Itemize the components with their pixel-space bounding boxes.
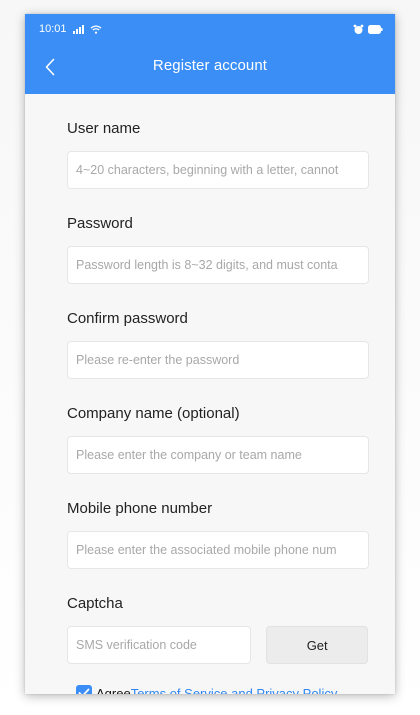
terms-privacy-link[interactable]: Terms of Service and Privacy Policy (131, 686, 338, 695)
battery-icon (368, 24, 383, 34)
confirm-password-input[interactable] (67, 341, 369, 379)
alarm-icon (353, 24, 364, 35)
app-header: 10:01 Register account (25, 14, 395, 94)
signal-icon (72, 24, 84, 34)
status-right (353, 24, 383, 35)
page-title: Register account (152, 56, 268, 74)
title-bar: Register account (25, 44, 395, 94)
checkmark-icon (78, 688, 90, 694)
captcha-label: Captcha (67, 595, 123, 612)
password-input[interactable] (67, 246, 369, 284)
register-form: User name Password Confirm password Comp… (25, 94, 395, 694)
status-bar: 10:01 (25, 14, 395, 44)
status-time: 10:01 (39, 23, 67, 35)
mobile-number-label: Mobile phone number (67, 500, 213, 517)
get-code-button[interactable]: Get (266, 626, 368, 664)
agreement-row: Agree Terms of Service and Privacy Polic… (67, 685, 368, 694)
stage: 10:01 Register account User name 4~20 ch… (0, 0, 420, 715)
company-name-input[interactable] (67, 436, 369, 474)
agree-checkbox[interactable] (76, 685, 92, 694)
username-input[interactable] (67, 151, 369, 189)
password-label: Password (67, 215, 133, 232)
sms-code-input[interactable] (67, 626, 252, 664)
username-label: User name (67, 120, 141, 137)
status-left: 10:01 (39, 23, 102, 35)
agree-label: Agree (96, 685, 131, 695)
back-button[interactable] (35, 52, 65, 82)
phone-screen: 10:01 Register account User name 4~20 ch… (25, 14, 395, 694)
confirm-password-label: Confirm password (67, 310, 188, 327)
chevron-left-icon (45, 58, 55, 76)
captcha-row: Get (67, 626, 368, 664)
company-name-label: Company name (optional) (67, 405, 240, 422)
wifi-icon (90, 24, 102, 34)
mobile-number-input[interactable] (67, 531, 369, 569)
